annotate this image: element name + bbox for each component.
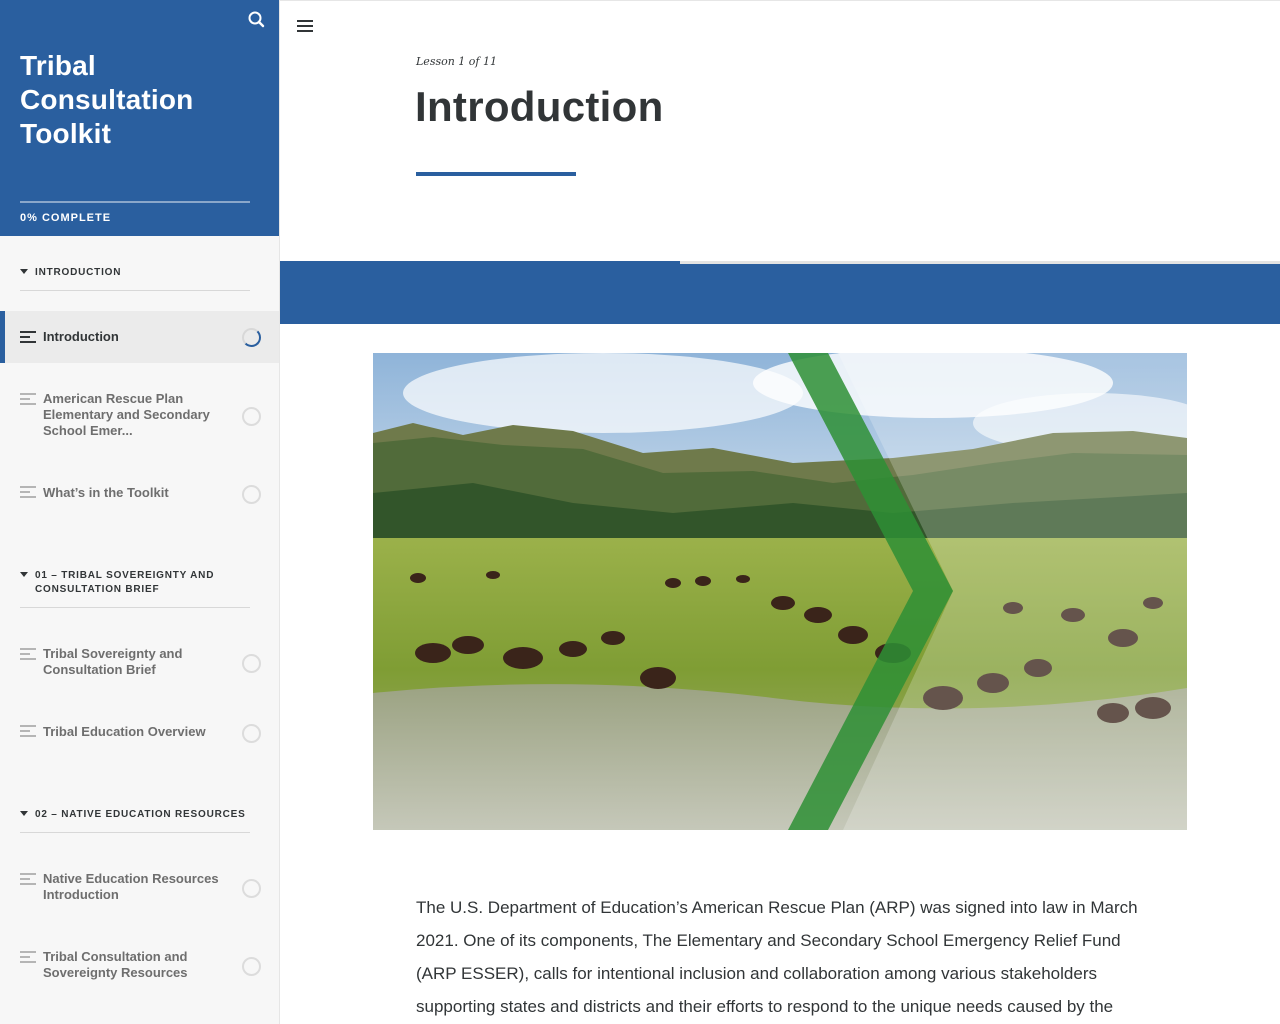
section-title: 02 – NATIVE EDUCATION RESOURCES — [35, 809, 246, 820]
status-circle-icon — [242, 879, 261, 898]
hamburger-menu-icon[interactable] — [297, 20, 313, 32]
lesson-text-icon — [20, 873, 36, 885]
status-circle-icon — [242, 724, 261, 743]
section-tribal-sovereignty[interactable]: 01 – TRIBAL SOVEREIGNTY AND CONSULTATION… — [20, 569, 250, 608]
lesson-text-icon — [20, 331, 36, 343]
lesson-text-icon — [20, 648, 36, 660]
course-sidebar: Tribal Consultation Toolkit 0% COMPLETE … — [0, 0, 280, 1024]
course-progress-bar — [20, 201, 250, 203]
header-band — [280, 264, 1280, 324]
lesson-label: What’s in the Toolkit — [43, 485, 169, 500]
lesson-text-icon — [20, 486, 36, 498]
status-in-progress-icon — [242, 328, 261, 347]
lesson-label: Introduction — [43, 329, 119, 344]
lesson-content: Lesson 1 of 11 Introduction The U.S. Dep… — [280, 0, 1280, 1024]
section-native-education-resources[interactable]: 02 – NATIVE EDUCATION RESOURCES — [20, 808, 250, 833]
status-circle-icon — [242, 407, 261, 426]
section-title: INTRODUCTION — [35, 267, 122, 278]
lesson-title: Introduction — [415, 83, 664, 130]
search-icon[interactable] — [246, 9, 268, 31]
status-circle-icon — [242, 654, 261, 673]
course-progress-label: 0% COMPLETE — [20, 212, 112, 224]
sidebar-header: Tribal Consultation Toolkit 0% COMPLETE — [0, 0, 279, 236]
lesson-count: Lesson 1 of 11 — [416, 55, 497, 68]
caret-down-icon — [20, 269, 28, 274]
lesson-tribal-education-overview[interactable]: Tribal Education Overview — [0, 713, 279, 753]
section-introduction[interactable]: INTRODUCTION — [20, 266, 250, 291]
lesson-label: Tribal Consultation and Sovereignty Reso… — [43, 949, 188, 980]
lesson-native-education-intro[interactable]: Native Education Resources Introduction — [0, 863, 279, 913]
status-circle-icon — [242, 485, 261, 504]
lesson-tribal-sovereignty-brief[interactable]: Tribal Sovereignty and Consultation Brie… — [0, 638, 279, 688]
lesson-tribal-consultation-resources[interactable]: Tribal Consultation and Sovereignty Reso… — [0, 941, 279, 991]
lesson-whats-in-toolkit[interactable]: What’s in the Toolkit — [0, 474, 279, 514]
lesson-label: Native Education Resources Introduction — [43, 871, 219, 902]
lesson-label: Tribal Sovereignty and Consultation Brie… — [43, 646, 183, 677]
lesson-label: American Rescue Plan Elementary and Seco… — [43, 391, 210, 438]
lesson-text-icon — [20, 725, 36, 737]
lesson-american-rescue-plan[interactable]: American Rescue Plan Elementary and Seco… — [0, 383, 279, 449]
lesson-text-icon — [20, 951, 36, 963]
caret-down-icon — [20, 811, 28, 816]
lesson-label: Tribal Education Overview — [43, 724, 206, 739]
lesson-introduction[interactable]: Introduction — [0, 311, 279, 363]
section-title: 01 – TRIBAL SOVEREIGNTY AND CONSULTATION… — [35, 570, 215, 595]
course-title: Tribal Consultation Toolkit — [20, 50, 194, 149]
hero-image — [373, 353, 1187, 830]
lesson-text-icon — [20, 393, 36, 405]
lesson-body-paragraph: The U.S. Department of Education’s Ameri… — [416, 898, 1138, 1016]
status-circle-icon — [242, 957, 261, 976]
title-underline — [416, 172, 576, 176]
caret-down-icon — [20, 572, 28, 577]
